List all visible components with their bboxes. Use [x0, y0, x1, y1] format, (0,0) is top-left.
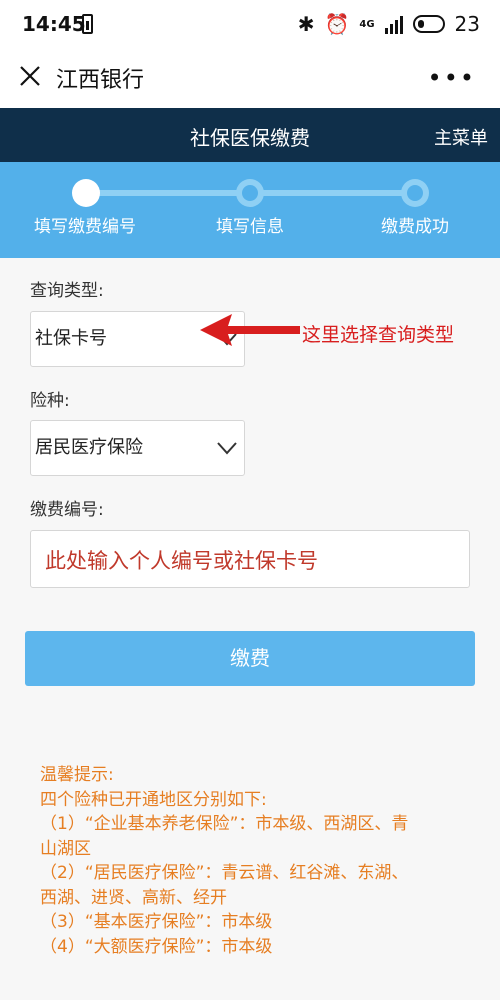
main-menu-link[interactable]: 主菜单: [434, 124, 488, 150]
step-label-2: 填写信息: [216, 217, 284, 237]
close-icon[interactable]: [18, 64, 42, 88]
status-bar: 14:45 ✱ ⏰ 4G 23: [0, 0, 500, 50]
step-indicator-3: [401, 179, 429, 207]
tips-line: （3）“基本医疗保险”：市本级: [40, 912, 273, 932]
app-bar: 江西银行 •••: [0, 50, 500, 108]
tips-line: 四个险种已开通地区分别如下:: [40, 789, 267, 810]
page-header: 社保医保缴费 主菜单: [0, 108, 500, 162]
bluetooth-icon: ✱: [297, 12, 315, 36]
tips-section: 温馨提示: 四个险种已开通地区分别如下: （1）“企业基本养老保险”：市本级、西…: [40, 763, 490, 959]
annotation-arrow-icon: [200, 314, 300, 346]
battery-level: 23: [454, 12, 480, 36]
tips-line: （1）“企业基本养老保险”：市本级、西湖区、青: [40, 814, 409, 834]
insurance-type-value: 居民医疗保险: [35, 437, 143, 458]
tips-line: （2）“居民医疗保险”：青云谱、红谷滩、东湖、: [40, 863, 409, 883]
pay-button[interactable]: 缴费: [25, 631, 475, 686]
step-progress: 填写缴费编号 填写信息 缴费成功: [0, 162, 500, 258]
step-connector: [262, 190, 402, 196]
more-icon[interactable]: •••: [428, 64, 476, 92]
signal-icon: [384, 14, 403, 34]
step-connector: [98, 190, 238, 196]
insurance-type-label: 险种:: [30, 391, 70, 411]
step-label-1: 填写缴费编号: [34, 217, 136, 237]
status-icons: ✱ ⏰ 4G 23: [298, 12, 480, 36]
step-indicator-2: [236, 179, 264, 207]
battery-saver-icon: [82, 14, 93, 34]
tips-line: 山湖区: [40, 838, 91, 859]
payment-number-input[interactable]: 此处输入个人编号或社保卡号: [30, 530, 470, 588]
chevron-down-icon: [217, 442, 237, 455]
app-title: 江西银行: [56, 68, 145, 93]
annotation-text: 这里选择查询类型: [302, 324, 455, 346]
payment-number-hint: 此处输入个人编号或社保卡号: [45, 549, 318, 573]
tips-line: 温馨提示:: [40, 765, 114, 785]
tips-line: 西湖、进贤、高新、经开: [40, 887, 227, 908]
tips-line: （4）“大额医疗保险”：市本级: [40, 936, 273, 957]
page-title: 社保医保缴费: [190, 126, 310, 150]
battery-icon: [412, 15, 445, 33]
query-type-value: 社保卡号: [35, 328, 107, 349]
step-label-3: 缴费成功: [381, 217, 449, 237]
payment-number-label: 缴费编号:: [30, 500, 104, 520]
status-time: 14:45: [22, 12, 86, 36]
insurance-type-select[interactable]: 居民医疗保险: [30, 420, 245, 476]
step-indicator-1: [72, 179, 100, 207]
network-type: 4G: [359, 18, 375, 30]
alarm-icon: ⏰: [324, 12, 350, 36]
query-type-label: 查询类型:: [30, 281, 104, 301]
